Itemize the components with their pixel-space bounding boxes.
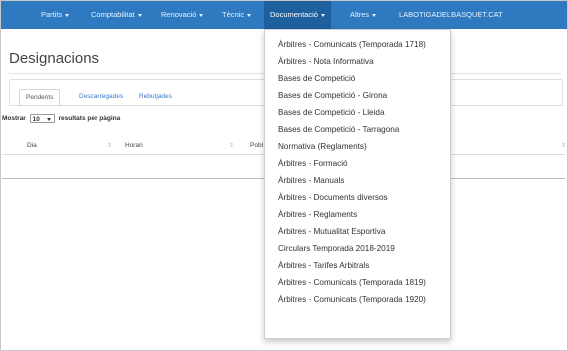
menu-item[interactable]: Àrbitres - Formació [278, 159, 348, 168]
chevron-down-icon [247, 13, 252, 17]
nav-site-link[interactable]: LABOTIGADELBASQUET.CAT [399, 1, 503, 29]
menu-item[interactable]: Àrbitres - Reglaments [278, 210, 357, 219]
tab-descarregades[interactable]: Descarregades [73, 89, 129, 104]
page-length-value: 10 [32, 116, 40, 123]
menu-item[interactable]: Bases de Competició - Lleida [278, 108, 385, 117]
nav-renovacio[interactable]: Renovació [161, 1, 204, 29]
menu-item[interactable]: Àrbitres - Documents diversos [278, 193, 388, 202]
column-header-dia[interactable]: Dia [27, 142, 37, 149]
menu-item[interactable]: Àrbitres - Comunicats (Temporada 1718) [278, 40, 426, 49]
sort-icon[interactable]: ⇕ [107, 142, 112, 149]
tab-rebutjades[interactable]: Rebutjades [133, 89, 178, 104]
nav-altres[interactable]: Altres [350, 1, 377, 29]
menu-item[interactable]: Àrbitres - Comunicats (Temporada 1819) [278, 278, 426, 287]
nav-tecnic[interactable]: Tècnic [222, 1, 252, 29]
chevron-down-icon [320, 13, 325, 17]
sort-icon[interactable]: ⇕ [561, 142, 566, 149]
nav-label: Documentació [270, 10, 318, 19]
nav-label: Comptabilitat [91, 10, 135, 19]
column-header-poblacio[interactable]: Pobl [250, 142, 263, 149]
menu-item[interactable]: Bases de Competició [278, 74, 355, 83]
page-length-control: Mostrar 10 resultats per pàgina [2, 114, 120, 123]
tab-pendents[interactable]: Pendents [19, 89, 61, 106]
chevron-down-icon [137, 13, 142, 17]
chevron-down-icon [46, 118, 51, 121]
page-title: Designacions [9, 50, 100, 67]
menu-item[interactable]: Àrbitres - Mutualitat Esportiva [278, 227, 385, 236]
documentacio-dropdown-menu: Àrbitres - Comunicats (Temporada 1718) À… [264, 29, 451, 339]
nav-label: Partits [41, 10, 63, 19]
chevron-down-icon [65, 13, 70, 17]
length-prefix: Mostrar [2, 115, 26, 123]
menu-item[interactable]: Circulars Temporada 2018-2019 [278, 244, 395, 253]
column-header-horari[interactable]: Horari [125, 142, 143, 149]
menu-item[interactable]: Normativa (Reglaments) [278, 142, 367, 151]
nav-label: Renovació [161, 10, 197, 19]
nav-partits[interactable]: Partits [41, 1, 70, 29]
sort-icon[interactable]: ⇕ [229, 142, 234, 149]
app-window: Partits Comptabilitat Renovació Tècnic D… [0, 0, 568, 351]
nav-documentacio[interactable]: Documentació [264, 1, 331, 29]
length-suffix: resultats per pàgina [58, 115, 121, 123]
chevron-down-icon [372, 13, 377, 17]
menu-item[interactable]: Àrbitres - Tarifes Arbitrals [278, 261, 369, 270]
menu-item[interactable]: Àrbitres - Comunicats (Temporada 1920) [278, 295, 426, 304]
page-length-select[interactable]: 10 [29, 114, 55, 123]
top-navbar: Partits Comptabilitat Renovació Tècnic D… [1, 1, 567, 29]
menu-item[interactable]: Bases de Competició - Girona [278, 91, 387, 100]
menu-item[interactable]: Àrbitres - Nota Informativa [278, 57, 374, 66]
chevron-down-icon [199, 13, 204, 17]
menu-item[interactable]: Bases de Competició - Tarragona [278, 125, 399, 134]
menu-item[interactable]: Àrbitres - Manuals [278, 176, 344, 185]
nav-comptabilitat[interactable]: Comptabilitat [91, 1, 142, 29]
nav-label: Altres [350, 10, 370, 19]
nav-label: Tècnic [222, 10, 245, 19]
